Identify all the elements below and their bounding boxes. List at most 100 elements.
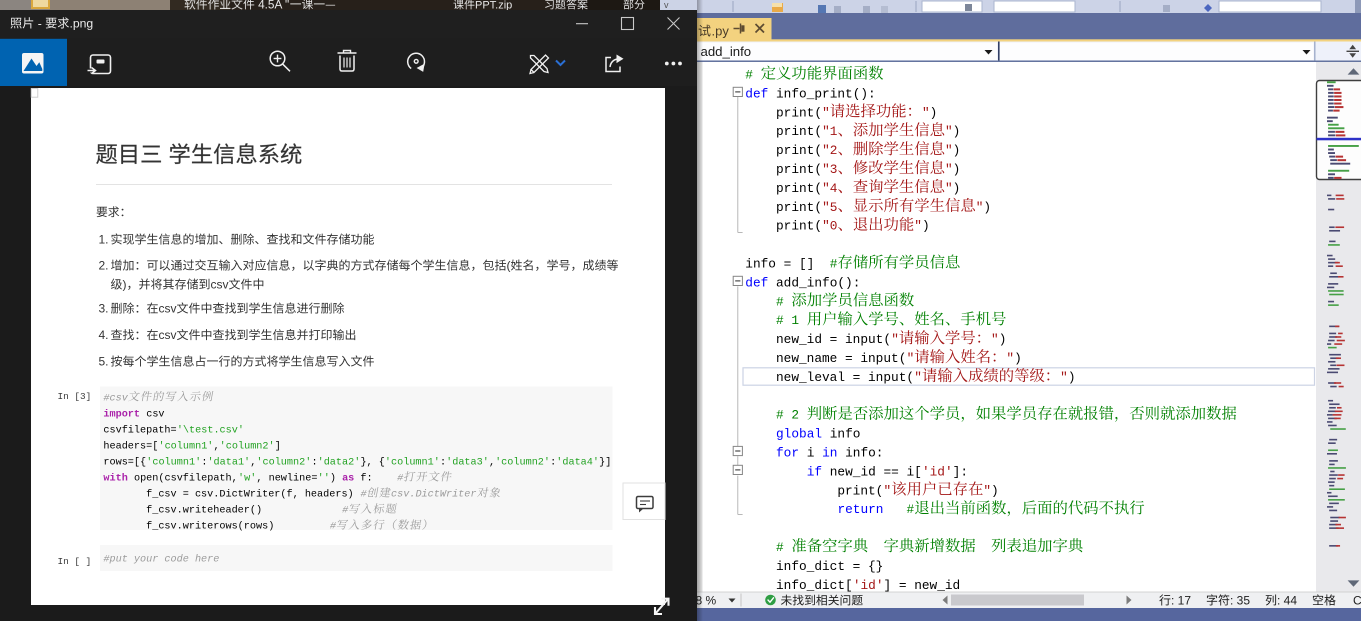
svg-text:#: # [360, 490, 367, 501]
svg-text:# 1: # 1 [745, 313, 806, 328]
svg-text:print(: print( [745, 105, 822, 120]
svg-text:info_print():: info_print(): [768, 86, 875, 101]
svg-text:in: in [822, 446, 837, 461]
svg-text:PPT.zip: PPT.zip [475, 0, 512, 12]
svg-text:info_dict[: info_dict[ [745, 578, 852, 593]
svg-text:open(csvfilepath,: open(csvfilepath, [128, 473, 238, 485]
svg-text:'data1': 'data1' [207, 457, 250, 469]
svg-text:as: as [342, 474, 354, 485]
svg-text:f_csv.writerows(rows): f_csv.writerows(rows) [103, 521, 329, 533]
svg-text:#put your code here: #put your code here [103, 554, 219, 566]
svg-text:'data4': 'data4' [556, 457, 599, 469]
svg-text:# 2: # 2 [745, 408, 806, 423]
svg-text:rows=[{: rows=[{ [103, 457, 146, 469]
svg-text:'column2': 'column2' [495, 457, 550, 469]
svg-text:): ) [330, 473, 342, 485]
svg-text:print(: print( [745, 483, 883, 498]
svg-text:"2: "2 [822, 143, 837, 158]
svg-text:.png: .png [69, 17, 93, 31]
svg-text:): ) [1068, 370, 1076, 385]
svg-text:new_name = input(: new_name = input( [745, 351, 906, 366]
svg-text:.py: .py [712, 24, 730, 39]
svg-text:1.: 1. [99, 233, 109, 247]
svg-text:'data2': 'data2' [318, 457, 361, 469]
svg-text:": " [983, 483, 991, 498]
svg-text:": " [884, 483, 892, 498]
svg-text:]:: ]: [953, 464, 968, 479]
svg-text:": " [945, 162, 953, 177]
svg-text:}, {: }, { [360, 457, 384, 469]
svg-text:'data3': 'data3' [446, 457, 489, 469]
svg-text:info: info [822, 427, 860, 442]
svg-text:": " [1006, 351, 1014, 366]
svg-text:In [ ]: In [ ] [58, 556, 92, 567]
svg-text:csvfilepath=: csvfilepath= [103, 424, 176, 436]
svg-text:#: # [745, 294, 791, 309]
svg-text:#: # [397, 474, 404, 485]
svg-text:(: ( [507, 259, 511, 273]
svg-text:#: # [330, 522, 337, 533]
svg-text:csv: csv [159, 328, 177, 342]
svg-text:def: def [745, 275, 768, 290]
svg-text:headers=[: headers=[ [103, 440, 158, 452]
svg-text:new_leval = input(: new_leval = input( [745, 370, 914, 385]
svg-text:": " [945, 124, 953, 139]
svg-text:": " [976, 200, 984, 215]
svg-text:5.: 5. [99, 355, 109, 369]
svg-text:f_csv = csv.DictWriter(f, head: f_csv = csv.DictWriter(f, headers) [103, 489, 359, 501]
svg-text:csv.DictWriter: csv.DictWriter [391, 489, 476, 501]
svg-text:f:: f: [354, 473, 397, 485]
svg-text:): ) [953, 124, 961, 139]
svg-text:): ) [953, 181, 961, 196]
svg-text:csv: csv [159, 302, 177, 316]
svg-text:"1: "1 [822, 124, 838, 139]
svg-text:add_info: add_info [701, 44, 752, 59]
svg-text:): ) [983, 200, 991, 215]
svg-text:#: # [884, 502, 915, 517]
svg-text:print(: print( [745, 200, 822, 215]
svg-text:import: import [103, 408, 140, 420]
svg-text:): ) [1014, 351, 1022, 366]
svg-text:'': '' [318, 473, 330, 485]
svg-text:": " [914, 370, 922, 385]
svg-text:'column1': 'column1' [385, 457, 440, 469]
svg-text:'column2': 'column2' [220, 440, 275, 452]
svg-text:: 17: : 17 [1171, 594, 1191, 608]
svg-text:v: v [664, 0, 669, 10]
svg-text:"4: "4 [822, 181, 838, 196]
svg-text:In [3]: In [3] [58, 391, 92, 402]
svg-text:): ) [930, 105, 938, 120]
svg-text:csv: csv [211, 278, 229, 292]
svg-text:): ) [953, 143, 961, 158]
svg-text:": " [907, 351, 915, 366]
svg-text:for: for [776, 446, 799, 461]
svg-text:#: # [830, 257, 838, 272]
svg-text:": " [822, 105, 830, 120]
svg-text:": " [1060, 370, 1068, 385]
svg-text:def: def [745, 86, 768, 101]
svg-text:": " [891, 332, 899, 347]
svg-text:print(: print( [745, 124, 822, 139]
svg-text:info:: info: [837, 446, 883, 461]
svg-text:info = []: info = [] [745, 257, 829, 272]
svg-text:'column1': 'column1' [146, 457, 201, 469]
svg-text:": " [922, 105, 930, 120]
svg-text:"5: "5 [822, 200, 837, 215]
svg-text:return: return [837, 502, 883, 517]
svg-text:: 44: : 44 [1277, 594, 1297, 608]
svg-text:C: C [1353, 594, 1361, 608]
svg-text:": " [914, 219, 922, 234]
svg-text:'id': 'id' [853, 578, 884, 593]
svg-text:): ) [922, 219, 930, 234]
svg-text:#csv: #csv [103, 393, 128, 404]
svg-text:": " [991, 332, 999, 347]
svg-text:new_id == i[: new_id == i[ [822, 464, 922, 479]
svg-text:print(: print( [745, 143, 822, 158]
svg-text:i: i [799, 446, 822, 461]
svg-text:print(: print( [745, 162, 822, 177]
svg-text:if: if [807, 464, 822, 479]
svg-text:add_info():: add_info(): [768, 275, 860, 290]
svg-text:-: - [34, 17, 45, 31]
svg-text:'column2': 'column2' [256, 457, 311, 469]
svg-text:with: with [103, 473, 127, 485]
